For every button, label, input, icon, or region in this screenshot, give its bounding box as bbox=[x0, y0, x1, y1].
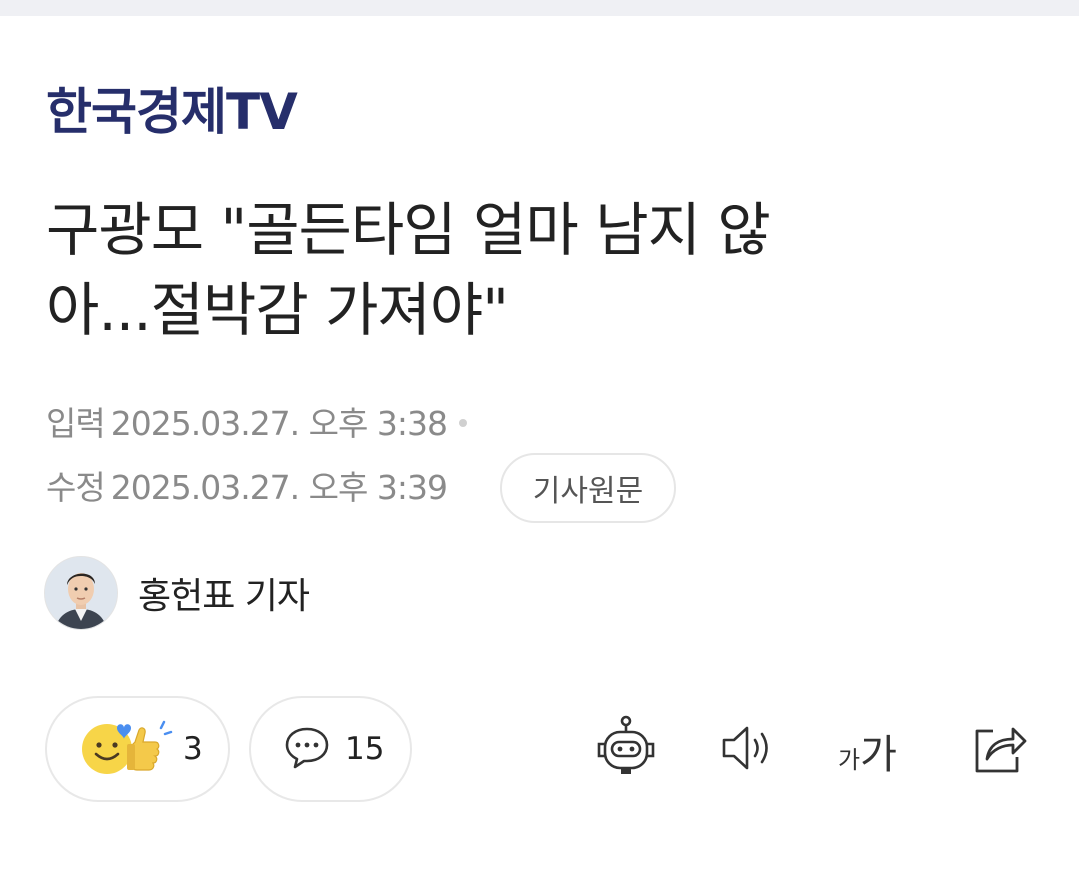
share-icon[interactable] bbox=[968, 718, 1030, 778]
reaction-count: 3 bbox=[183, 731, 203, 767]
comment-button[interactable]: 15 bbox=[249, 696, 412, 802]
font-size-icon[interactable]: 가가 bbox=[838, 722, 897, 780]
reporter-avatar[interactable] bbox=[44, 556, 118, 630]
top-divider-strip bbox=[0, 0, 1079, 16]
reporter-photo bbox=[45, 557, 117, 629]
modified-time: 2025.03.27. 오후 3:39 bbox=[110, 468, 448, 507]
robot-icon[interactable] bbox=[592, 712, 660, 780]
comment-count: 15 bbox=[345, 731, 385, 767]
publisher-logo[interactable]: 한국경제TV bbox=[46, 80, 298, 144]
smile-thumbs-up-icon bbox=[77, 714, 177, 784]
original-article-button[interactable]: 기사원문 bbox=[500, 453, 676, 523]
input-time: 2025.03.27. 오후 3:38 bbox=[110, 404, 448, 443]
font-size-small-label: 가 bbox=[838, 746, 861, 774]
input-label: 입력 bbox=[46, 404, 106, 443]
speaker-icon[interactable] bbox=[718, 720, 778, 776]
modified-timestamp: 수정 2025.03.27. 오후 3:39 bbox=[46, 466, 448, 510]
reporter-name[interactable]: 홍헌표 기자 bbox=[138, 567, 310, 619]
input-timestamp: 입력 2025.03.27. 오후 3:38 bbox=[46, 402, 467, 446]
speech-bubble-icon bbox=[283, 723, 331, 775]
reporter-byline[interactable]: 홍헌표 기자 bbox=[44, 556, 310, 630]
font-size-large-label: 가 bbox=[860, 732, 897, 778]
article-headline: 구광모 "골든타임 얼마 남지 않 아...절박감 가져야" bbox=[46, 196, 771, 344]
reaction-button[interactable]: 3 bbox=[45, 696, 230, 802]
modified-label: 수정 bbox=[46, 468, 106, 507]
separator-dot bbox=[458, 418, 467, 427]
